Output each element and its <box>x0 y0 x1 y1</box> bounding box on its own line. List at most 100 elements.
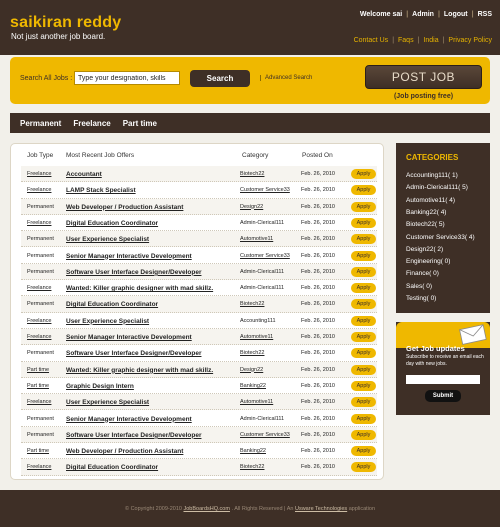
apply-button[interactable]: Apply <box>351 429 376 440</box>
job-category[interactable]: Design22 <box>240 367 263 373</box>
category-item[interactable]: Testing( 0) <box>406 295 436 302</box>
job-type[interactable]: Permanent <box>27 269 54 275</box>
nav-part-time[interactable]: Part time <box>123 119 157 128</box>
job-category[interactable]: Admin-Clerical111 <box>240 220 284 226</box>
job-type[interactable]: Freelance <box>27 285 51 291</box>
email-field[interactable] <box>406 375 480 384</box>
category-item[interactable]: Engineering( 0) <box>406 258 450 265</box>
job-title-link[interactable]: Wanted: Killer graphic designer with mad… <box>66 367 213 374</box>
job-category[interactable]: Automotive11 <box>240 399 273 405</box>
post-job-button[interactable]: POST JOB <box>365 65 482 89</box>
job-category[interactable]: Accounting111 <box>240 318 276 324</box>
job-type[interactable]: Permanent <box>27 253 54 259</box>
apply-button[interactable]: Apply <box>351 462 376 473</box>
site-link[interactable]: JobBoardsHQ.com <box>183 506 229 512</box>
apply-button[interactable]: Apply <box>351 299 376 310</box>
job-title-link[interactable]: Software User Interface Designer/Develop… <box>66 269 201 276</box>
apply-button[interactable]: Apply <box>351 217 376 228</box>
job-category[interactable]: Biotech22 <box>240 350 264 356</box>
job-type[interactable]: Part time <box>27 367 49 373</box>
job-category[interactable]: Admin-Clerical111 <box>240 269 284 275</box>
apply-button[interactable]: Apply <box>351 201 376 212</box>
faqs-link[interactable]: Faqs <box>398 37 414 44</box>
category-item[interactable]: Finance( 0) <box>406 270 439 277</box>
apply-button[interactable]: Apply <box>351 169 376 179</box>
category-item[interactable]: Admin-Clerical111( 5) <box>406 184 468 191</box>
job-type[interactable]: Permanent <box>27 350 54 356</box>
nav-permanent[interactable]: Permanent <box>20 119 61 128</box>
job-type[interactable]: Freelance <box>27 464 51 470</box>
apply-button[interactable]: Apply <box>351 283 376 294</box>
job-type[interactable]: Permanent <box>27 236 54 242</box>
job-type[interactable]: Freelance <box>27 171 51 177</box>
job-type[interactable]: Freelance <box>27 187 51 193</box>
category-item[interactable]: Customer Service33( 4) <box>406 234 475 241</box>
job-category[interactable]: Customer Service33 <box>240 253 290 259</box>
job-type[interactable]: Permanent <box>27 301 54 307</box>
job-title-link[interactable]: Accountant <box>66 171 102 178</box>
company-link[interactable]: Usware Technologies <box>295 506 347 512</box>
logout-link[interactable]: Logout <box>444 11 468 18</box>
job-title-link[interactable]: Digital Education Coordinator <box>66 464 158 471</box>
job-type[interactable]: Freelance <box>27 399 51 405</box>
apply-button[interactable]: Apply <box>351 234 376 245</box>
job-category[interactable]: Automotive11 <box>240 334 273 340</box>
job-category[interactable]: Biotech22 <box>240 171 264 177</box>
submit-button[interactable]: Submit <box>425 390 461 402</box>
apply-button[interactable]: Apply <box>351 315 376 326</box>
job-type[interactable]: Permanent <box>27 416 54 422</box>
job-title-link[interactable]: Senior Manager Interactive Development <box>66 253 192 260</box>
job-title-link[interactable]: Software User Interface Designer/Develop… <box>66 350 201 357</box>
apply-button[interactable]: Apply <box>351 397 376 408</box>
job-title-link[interactable]: Web Developer / Production Assistant <box>66 204 183 211</box>
category-item[interactable]: Automotive11( 4) <box>406 197 455 204</box>
apply-button[interactable]: Apply <box>351 250 376 261</box>
india-link[interactable]: India <box>423 37 438 44</box>
apply-button[interactable]: Apply <box>351 364 376 375</box>
job-title-link[interactable]: Wanted: Killer graphic designer with mad… <box>66 285 213 292</box>
job-category[interactable]: Banking22 <box>240 448 266 454</box>
job-title-link[interactable]: User Experience Specialist <box>66 318 149 325</box>
job-type[interactable]: Freelance <box>27 334 51 340</box>
apply-button[interactable]: Apply <box>351 332 376 342</box>
job-title-link[interactable]: Digital Education Coordinator <box>66 220 158 227</box>
nav-freelance[interactable]: Freelance <box>73 119 110 128</box>
job-category[interactable]: Banking22 <box>240 383 266 389</box>
job-title-link[interactable]: Senior Manager Interactive Development <box>66 334 192 341</box>
job-title-link[interactable]: User Experience Specialist <box>66 236 149 243</box>
job-title-link[interactable]: LAMP Stack Specialist <box>66 187 136 194</box>
advanced-search-link[interactable]: Advanced Search <box>260 75 312 81</box>
apply-button[interactable]: Apply <box>351 446 376 457</box>
privacy-policy-link[interactable]: Privacy Policy <box>448 37 492 44</box>
job-category[interactable]: Customer Service33 <box>240 432 290 438</box>
job-title-link[interactable]: Senior Manager Interactive Development <box>66 416 192 423</box>
job-type[interactable]: Part time <box>27 383 49 389</box>
job-category[interactable]: Design22 <box>240 204 263 210</box>
category-item[interactable]: Sales( 0) <box>406 283 432 290</box>
job-type[interactable]: Part time <box>27 448 49 454</box>
job-category[interactable]: Biotech22 <box>240 301 264 307</box>
job-title-link[interactable]: Graphic Design Intern <box>66 383 134 390</box>
search-button[interactable]: Search <box>190 70 250 87</box>
contact-us-link[interactable]: Contact Us <box>354 37 389 44</box>
job-type[interactable]: Permanent <box>27 432 54 438</box>
job-category[interactable]: Admin-Clerical111 <box>240 416 284 422</box>
apply-button[interactable]: Apply <box>351 266 376 277</box>
job-type[interactable]: Freelance <box>27 220 51 226</box>
category-item[interactable]: Design22( 2) <box>406 246 443 253</box>
admin-link[interactable]: Admin <box>412 11 434 18</box>
job-title-link[interactable]: User Experience Specialist <box>66 399 149 406</box>
category-item[interactable]: Accounting111( 1) <box>406 172 458 179</box>
job-title-link[interactable]: Web Developer / Production Assistant <box>66 448 183 455</box>
job-type[interactable]: Freelance <box>27 318 51 324</box>
apply-button[interactable]: Apply <box>351 413 376 424</box>
job-category[interactable]: Admin-Clerical111 <box>240 285 284 291</box>
rss-link[interactable]: RSS <box>478 11 492 18</box>
job-title-link[interactable]: Software User Interface Designer/Develop… <box>66 432 201 439</box>
site-title[interactable]: saikiran reddy <box>10 14 121 32</box>
category-item[interactable]: Banking22( 4) <box>406 209 446 216</box>
job-category[interactable]: Customer Service33 <box>240 187 290 193</box>
search-input[interactable] <box>74 71 180 85</box>
job-category[interactable]: Biotech22 <box>240 464 264 470</box>
job-category[interactable]: Automotive11 <box>240 236 273 242</box>
